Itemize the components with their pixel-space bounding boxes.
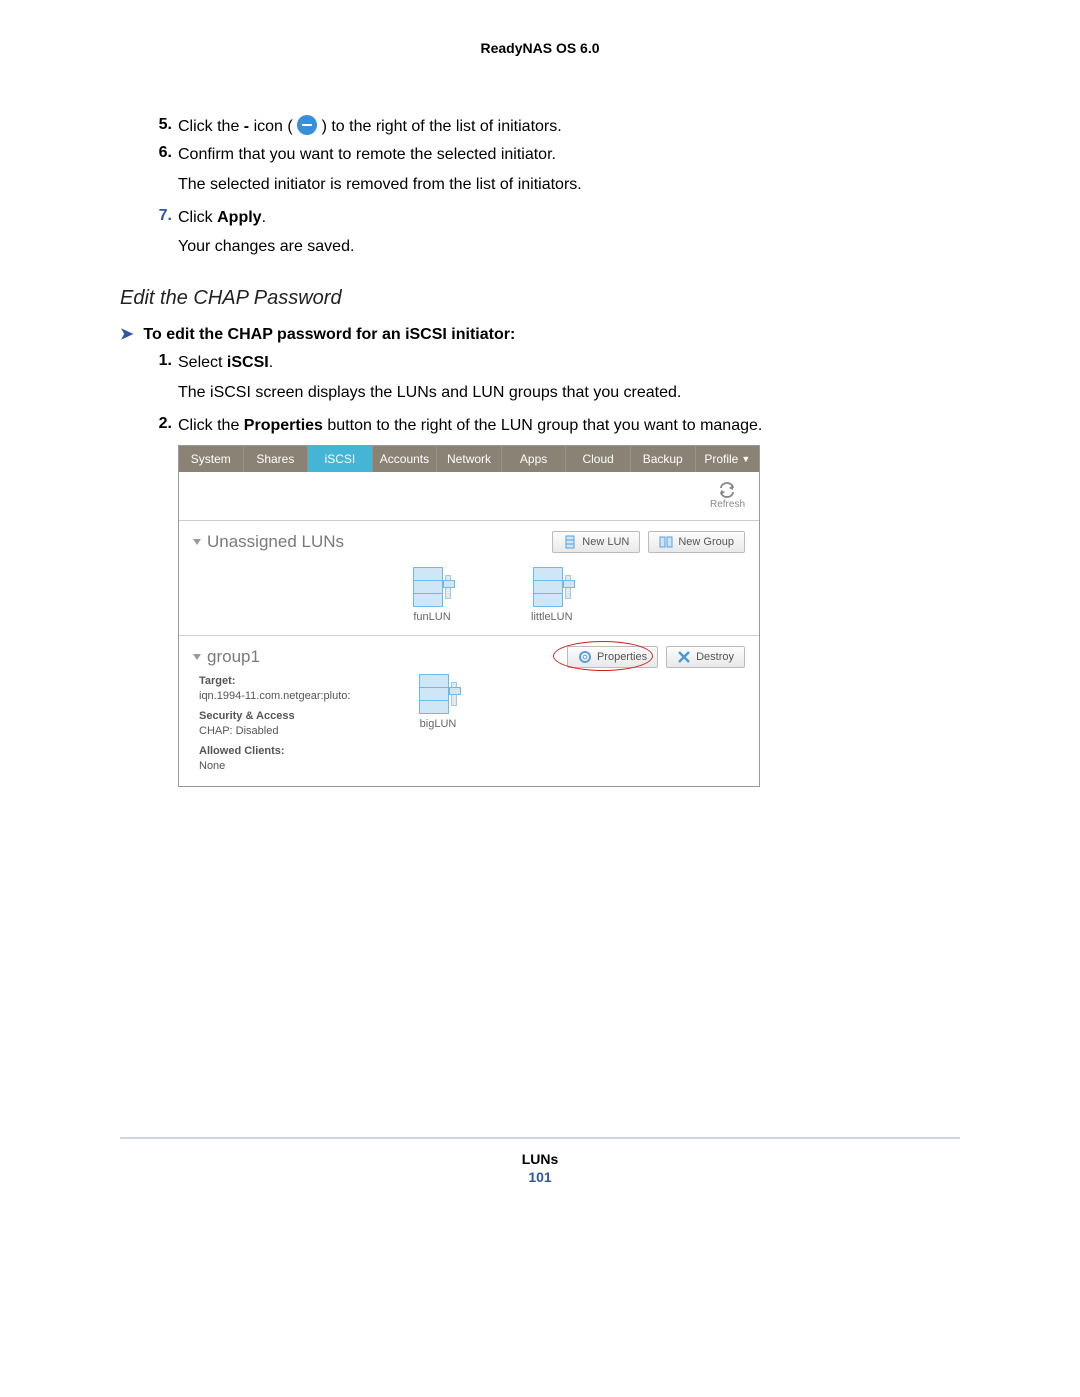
collapse-icon bbox=[193, 654, 201, 660]
page-footer: LUNs 101 bbox=[120, 1151, 960, 1185]
step-2: 2. Click the Properties button to the ri… bbox=[120, 415, 960, 437]
nav-apps[interactable]: Apps bbox=[502, 446, 567, 472]
minus-icon bbox=[297, 115, 317, 135]
page-number: 101 bbox=[120, 1169, 960, 1185]
target-label: Target: bbox=[199, 675, 235, 687]
lun-label: littleLUN bbox=[531, 611, 573, 623]
group-meta: Target: iqn.1994-11.com.netgear:pluto: S… bbox=[193, 674, 409, 774]
text: Click the bbox=[178, 118, 244, 135]
group-icon bbox=[659, 535, 673, 549]
nav-accounts[interactable]: Accounts bbox=[373, 446, 438, 472]
step-6: 6. Confirm that you want to remote the s… bbox=[120, 144, 960, 166]
text: button to the right of the LUN group tha… bbox=[323, 417, 762, 434]
refresh-label: Refresh bbox=[710, 499, 745, 510]
destroy-icon bbox=[677, 650, 691, 664]
destroy-button[interactable]: Destroy bbox=[666, 646, 745, 668]
button-label: New LUN bbox=[582, 536, 629, 548]
allowed-label: Allowed Clients: bbox=[199, 745, 285, 757]
step-text: Confirm that you want to remote the sele… bbox=[178, 144, 960, 166]
refresh-button[interactable]: Refresh bbox=[710, 482, 745, 510]
page-header: ReadyNAS OS 6.0 bbox=[120, 40, 960, 56]
step-number: 6. bbox=[150, 144, 172, 166]
nav-shares[interactable]: Shares bbox=[244, 446, 309, 472]
button-label: Properties bbox=[597, 651, 647, 663]
nav-profile-label: Profile bbox=[704, 452, 738, 466]
lun-item[interactable]: bigLUN bbox=[419, 674, 457, 774]
step-7: 7. Click Apply. bbox=[120, 207, 960, 229]
apply-label: Apply bbox=[217, 209, 261, 226]
nav-cloud[interactable]: Cloud bbox=[566, 446, 631, 472]
arrow-icon: ➤ bbox=[120, 324, 133, 344]
step-text: Click the Properties button to the right… bbox=[178, 415, 960, 437]
nav-profile[interactable]: Profile▼ bbox=[696, 446, 760, 472]
lun-icon bbox=[563, 535, 577, 549]
procedure-heading: ➤ To edit the CHAP password for an iSCSI… bbox=[120, 324, 960, 344]
security-value: CHAP: Disabled bbox=[199, 724, 409, 739]
lun-slider-icon bbox=[451, 682, 457, 706]
iscsi-label: iSCSI bbox=[227, 354, 269, 371]
footer-divider bbox=[120, 1137, 960, 1139]
lun-icon bbox=[419, 674, 449, 714]
chevron-down-icon: ▼ bbox=[741, 454, 750, 464]
refresh-icon bbox=[718, 482, 736, 498]
nav-iscsi[interactable]: iSCSI bbox=[308, 446, 373, 472]
new-group-button[interactable]: New Group bbox=[648, 531, 745, 553]
text: icon ( bbox=[249, 118, 297, 135]
step-6-body: The selected initiator is removed from t… bbox=[120, 173, 960, 197]
allowed-value: None bbox=[199, 759, 409, 774]
text: ) to the right of the list of initiators… bbox=[317, 118, 562, 135]
lun-slider-icon bbox=[565, 575, 571, 599]
step-5: 5. Click the - icon ( ) to the right of … bbox=[120, 116, 960, 138]
step-text: Select iSCSI. bbox=[178, 352, 960, 374]
top-nav: System Shares iSCSI Accounts Network App… bbox=[179, 446, 759, 472]
text: Click the bbox=[178, 417, 244, 434]
step-7-body: Your changes are saved. bbox=[120, 235, 960, 259]
section-title-label: Unassigned LUNs bbox=[207, 532, 344, 552]
section-unassigned-luns: Unassigned LUNs New LUN New Group bbox=[179, 521, 759, 636]
procedure-title: To edit the CHAP password for an iSCSI i… bbox=[143, 326, 515, 344]
lun-item[interactable]: littleLUN bbox=[531, 567, 573, 623]
lun-icon bbox=[533, 567, 563, 607]
section-title[interactable]: group1 bbox=[193, 647, 260, 667]
lun-item[interactable]: funLUN bbox=[413, 567, 451, 623]
lun-slider-icon bbox=[445, 575, 451, 599]
security-label: Security & Access bbox=[199, 710, 295, 722]
section-title-label: group1 bbox=[207, 647, 260, 667]
lun-label: funLUN bbox=[413, 611, 450, 623]
step-number: 7. bbox=[150, 207, 172, 229]
button-label: Destroy bbox=[696, 651, 734, 663]
text: . bbox=[269, 354, 273, 371]
collapse-icon bbox=[193, 539, 201, 545]
lun-icon bbox=[413, 567, 443, 607]
lun-label: bigLUN bbox=[420, 718, 457, 730]
step-text: Click the - icon ( ) to the right of the… bbox=[178, 116, 960, 138]
nav-system[interactable]: System bbox=[179, 446, 244, 472]
text: Click bbox=[178, 209, 217, 226]
step-number: 2. bbox=[150, 415, 172, 437]
step-text: Click Apply. bbox=[178, 207, 960, 229]
properties-label: Properties bbox=[244, 417, 323, 434]
button-label: New Group bbox=[678, 536, 734, 548]
step-1-body: The iSCSI screen displays the LUNs and L… bbox=[120, 381, 960, 405]
step-number: 1. bbox=[150, 352, 172, 374]
footer-label: LUNs bbox=[120, 1151, 960, 1167]
section-title[interactable]: Unassigned LUNs bbox=[193, 532, 344, 552]
toolbar: Refresh bbox=[179, 472, 759, 521]
text: . bbox=[262, 209, 266, 226]
nav-network[interactable]: Network bbox=[437, 446, 502, 472]
screenshot-panel: System Shares iSCSI Accounts Network App… bbox=[178, 445, 760, 787]
properties-button[interactable]: Properties bbox=[567, 646, 658, 668]
gear-icon bbox=[578, 650, 592, 664]
step-number: 5. bbox=[150, 116, 172, 138]
text: Select bbox=[178, 354, 227, 371]
subheading-edit-chap: Edit the CHAP Password bbox=[120, 287, 960, 310]
nav-backup[interactable]: Backup bbox=[631, 446, 696, 472]
step-1: 1. Select iSCSI. bbox=[120, 352, 960, 374]
section-group1: group1 Properties Destroy bbox=[179, 636, 759, 786]
new-lun-button[interactable]: New LUN bbox=[552, 531, 640, 553]
target-value: iqn.1994-11.com.netgear:pluto: bbox=[199, 689, 409, 704]
